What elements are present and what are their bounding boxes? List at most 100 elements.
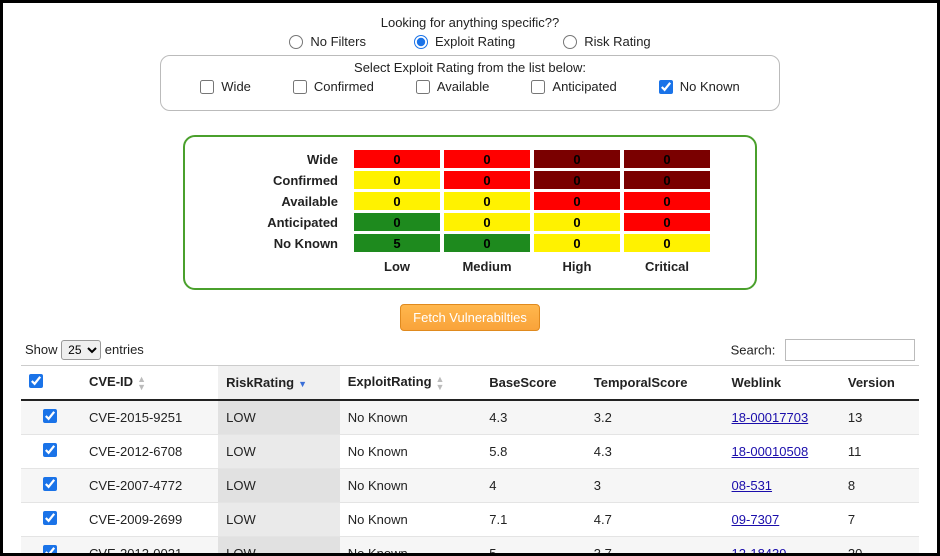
table-row: CVE-2012-6708LOWNo Known5.84.3 18-0001050…	[21, 435, 919, 469]
radio-no-filters[interactable]: No Filters	[289, 34, 366, 49]
cell-exploitrating: No Known	[340, 435, 482, 469]
col-riskrating[interactable]: RiskRating▼	[218, 366, 340, 401]
matrix-cell: 0	[534, 234, 620, 252]
cell-riskrating: LOW	[218, 400, 340, 435]
matrix-cell: 0	[444, 192, 530, 210]
cell-version: 11	[840, 435, 919, 469]
length-prefix: Show	[25, 342, 58, 357]
weblink[interactable]: 08-531	[732, 478, 772, 493]
col-basescore[interactable]: BaseScore	[481, 366, 586, 401]
cell-weblink: 12-18439	[724, 537, 840, 556]
matrix-cell: 0	[444, 150, 530, 168]
cell-cveid: CVE-2009-2699	[81, 503, 218, 537]
row-checkbox-cell[interactable]	[21, 503, 81, 537]
col-select-all[interactable]	[21, 366, 81, 401]
radio-exploit-rating-label: Exploit Rating	[435, 34, 515, 49]
length-suffix: entries	[105, 342, 144, 357]
matrix-cell: 0	[624, 234, 710, 252]
cell-temporalscore: 3.7	[586, 537, 724, 556]
fetch-vulnerabilities-button[interactable]: Fetch Vulnerabilties	[400, 304, 540, 331]
exploit-filter-panel: Select Exploit Rating from the list belo…	[160, 55, 780, 111]
matrix-cell: 0	[624, 192, 710, 210]
check-confirmed[interactable]: Confirmed	[293, 79, 374, 94]
cell-temporalscore: 3.2	[586, 400, 724, 435]
cell-version: 7	[840, 503, 919, 537]
cell-exploitrating: No Known	[340, 503, 482, 537]
col-cveid[interactable]: CVE-ID▲▼	[81, 366, 218, 401]
cell-basescore: 5.8	[481, 435, 586, 469]
cell-exploitrating: No Known	[340, 537, 482, 556]
check-wide[interactable]: Wide	[200, 79, 251, 94]
cell-cveid: CVE-2015-9251	[81, 400, 218, 435]
exploit-checkbox-group: Wide Confirmed Available Anticipated No …	[177, 79, 763, 94]
check-available[interactable]: Available	[416, 79, 490, 94]
cell-cveid: CVE-2012-0021	[81, 537, 218, 556]
matrix-rowhead: Available	[230, 192, 350, 210]
matrix-rowhead: Anticipated	[230, 213, 350, 231]
col-version[interactable]: Version	[840, 366, 919, 401]
cell-riskrating: LOW	[218, 435, 340, 469]
row-checkbox-cell[interactable]	[21, 400, 81, 435]
weblink[interactable]: 12-18439	[732, 546, 787, 556]
search-control: Search:	[731, 339, 915, 361]
cell-temporalscore: 4.3	[586, 435, 724, 469]
length-control: Show 25 entries	[25, 340, 144, 360]
cell-temporalscore: 3	[586, 469, 724, 503]
table-row: CVE-2015-9251LOWNo Known4.33.218-0001770…	[21, 400, 919, 435]
col-exploitrating[interactable]: ExploitRating▲▼	[340, 366, 482, 401]
cell-basescore: 7.1	[481, 503, 586, 537]
cell-version: 20	[840, 537, 919, 556]
radio-risk-rating[interactable]: Risk Rating	[563, 34, 650, 49]
matrix-cell: 0	[624, 150, 710, 168]
check-noknown[interactable]: No Known	[659, 79, 740, 94]
search-input[interactable]	[785, 339, 915, 361]
matrix-cell: 0	[444, 234, 530, 252]
matrix-rowhead: No Known	[230, 234, 350, 252]
row-checkbox-cell[interactable]	[21, 537, 81, 556]
cell-cveid: CVE-2007-4772	[81, 469, 218, 503]
check-available-label: Available	[437, 79, 490, 94]
cell-riskrating: LOW	[218, 503, 340, 537]
filter-panel-sublabel: Select Exploit Rating from the list belo…	[177, 60, 763, 75]
cell-basescore: 4	[481, 469, 586, 503]
matrix-cell: 0	[534, 150, 620, 168]
cell-riskrating: LOW	[218, 469, 340, 503]
check-anticipated-label: Anticipated	[552, 79, 616, 94]
matrix-cell: 0	[624, 213, 710, 231]
matrix-cell: 0	[534, 213, 620, 231]
vulnerability-table: CVE-ID▲▼ RiskRating▼ ExploitRating▲▼ Bas…	[21, 365, 919, 556]
matrix-colfoot: High	[534, 255, 620, 275]
cell-basescore: 4.3	[481, 400, 586, 435]
matrix-cell: 5	[354, 234, 440, 252]
check-confirmed-label: Confirmed	[314, 79, 374, 94]
cell-version: 8	[840, 469, 919, 503]
length-select[interactable]: 25	[61, 340, 101, 360]
cell-exploitrating: No Known	[340, 469, 482, 503]
cell-cveid: CVE-2012-6708	[81, 435, 218, 469]
cell-temporalscore: 4.7	[586, 503, 724, 537]
sort-icon: ▲▼	[436, 375, 445, 391]
matrix-cell: 0	[354, 192, 440, 210]
matrix-colfoot: Medium	[444, 255, 530, 275]
matrix-cell: 0	[534, 171, 620, 189]
radio-risk-rating-label: Risk Rating	[584, 34, 650, 49]
radio-exploit-rating[interactable]: Exploit Rating	[414, 34, 515, 49]
matrix-colfoot: Low	[354, 255, 440, 275]
weblink[interactable]: 18-00010508	[732, 444, 809, 459]
cell-basescore: 5	[481, 537, 586, 556]
weblink[interactable]: 09-7307	[732, 512, 780, 527]
col-temporalscore[interactable]: TemporalScore	[586, 366, 724, 401]
matrix-cell: 0	[354, 213, 440, 231]
check-anticipated[interactable]: Anticipated	[531, 79, 616, 94]
matrix-cell: 0	[444, 171, 530, 189]
matrix-cell: 0	[354, 150, 440, 168]
check-wide-label: Wide	[221, 79, 251, 94]
col-weblink[interactable]: Weblink	[724, 366, 840, 401]
check-noknown-label: No Known	[680, 79, 740, 94]
weblink[interactable]: 18-00017703	[732, 410, 809, 425]
matrix-cell: 0	[534, 192, 620, 210]
filter-mode-radiogroup: No Filters Exploit Rating Risk Rating	[21, 34, 919, 49]
matrix-cell: 0	[624, 171, 710, 189]
row-checkbox-cell[interactable]	[21, 435, 81, 469]
row-checkbox-cell[interactable]	[21, 469, 81, 503]
